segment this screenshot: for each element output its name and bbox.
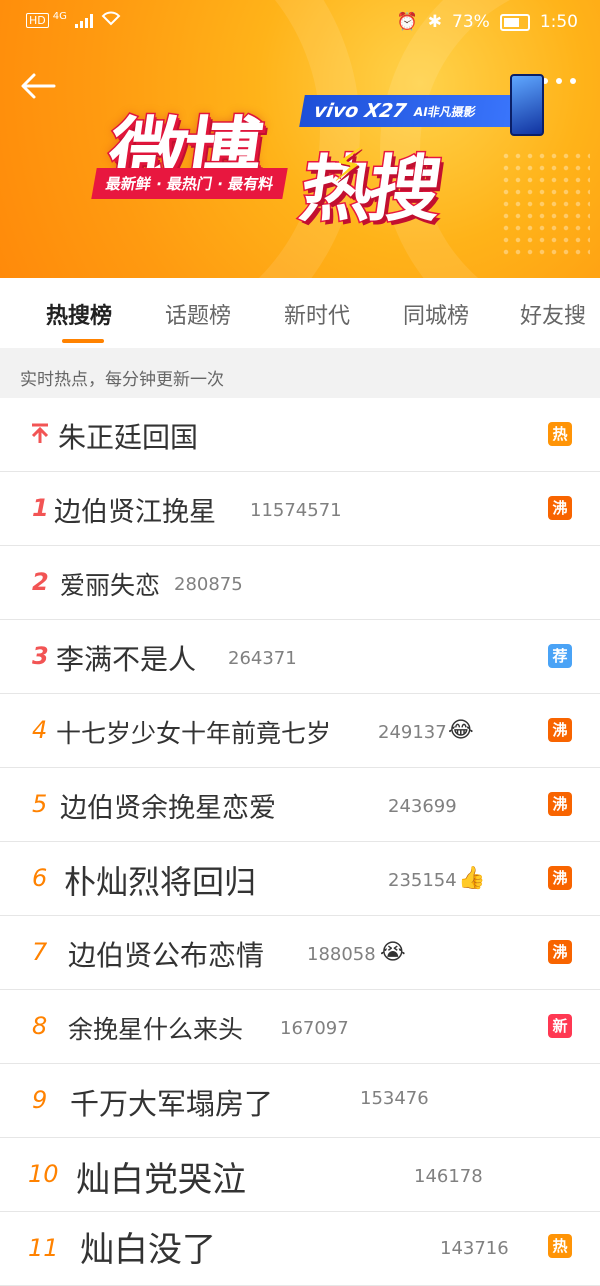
list-item[interactable]: 6 朴灿烈将回归 235154 👍 沸 bbox=[0, 842, 600, 916]
list-item-rank: 7 bbox=[32, 938, 48, 966]
hot-badge: 热 bbox=[548, 1234, 572, 1258]
list-item-title: 李满不是人 bbox=[56, 643, 197, 676]
hot-badge: 热 bbox=[548, 422, 572, 446]
bluetooth-icon: ✱ bbox=[427, 12, 443, 32]
list-item[interactable]: 7 边伯贤公布恋情 188058 😭 沸 bbox=[0, 916, 600, 990]
boiling-badge: 沸 bbox=[548, 866, 572, 890]
list-item-count: 280875 bbox=[174, 574, 243, 595]
list-item-rank: 10 bbox=[28, 1160, 59, 1188]
list-item-rank: 11 bbox=[28, 1234, 59, 1262]
list-item-count: 167097 bbox=[280, 1018, 349, 1039]
tab-local[interactable]: 同城榜 bbox=[403, 298, 469, 330]
list-item-rank: 3 bbox=[32, 642, 49, 670]
list-item-title: 边伯贤余挽星恋爱 bbox=[60, 793, 276, 824]
active-tab-indicator bbox=[62, 339, 104, 343]
list-item-count: 235154 bbox=[388, 870, 457, 891]
list-item-count: 188058 bbox=[307, 944, 376, 965]
list-item-count: 146178 bbox=[414, 1166, 483, 1187]
list-item-title: 边伯贤公布恋情 bbox=[68, 939, 265, 972]
list-item[interactable]: 5 边伯贤余挽星恋爱 243699 沸 bbox=[0, 768, 600, 842]
battery-percent: 73% bbox=[452, 12, 490, 32]
more-options-button[interactable] bbox=[542, 78, 576, 84]
list-item-rank: 5 bbox=[32, 790, 48, 818]
pin-top-icon bbox=[31, 423, 49, 443]
list-item[interactable]: 10 灿白党哭泣 146178 bbox=[0, 1138, 600, 1212]
sponsor-subtitle: AI非凡摄影 bbox=[412, 104, 477, 119]
list-item-title: 朱正廷回国 bbox=[58, 421, 199, 454]
list-item-rank: 6 bbox=[32, 864, 48, 892]
status-bar: HD 4G ⏰ ✱ 73% 1:50 bbox=[0, 0, 600, 44]
wifi-icon bbox=[101, 10, 121, 31]
lightning-icon: ⚡ bbox=[332, 138, 365, 192]
alarm-icon: ⏰ bbox=[396, 12, 418, 32]
boiling-badge: 沸 bbox=[548, 496, 572, 520]
signal-icon bbox=[74, 13, 93, 28]
list-item-rank: 2 bbox=[32, 568, 49, 596]
list-item-rank: 4 bbox=[32, 716, 48, 744]
hot-search-list: 朱正廷回国 热 1 边伯贤江挽星 11574571 沸 2 爱丽失恋 28087… bbox=[0, 398, 600, 1286]
list-item-title: 灿白党哭泣 bbox=[76, 1160, 246, 1200]
banner-dot-pattern bbox=[500, 150, 590, 260]
battery-icon bbox=[499, 13, 530, 31]
update-info-text: 实时热点，每分钟更新一次 bbox=[20, 370, 224, 390]
list-item-title: 余挽星什么来头 bbox=[68, 1015, 244, 1044]
boiling-badge: 沸 bbox=[548, 792, 572, 816]
tab-topics[interactable]: 话题榜 bbox=[165, 298, 231, 330]
sponsor-brand: vivo X27 bbox=[312, 100, 408, 122]
list-item[interactable]: 3 李满不是人 264371 荐 bbox=[0, 620, 600, 694]
network-type: 4G bbox=[52, 11, 67, 22]
back-button[interactable] bbox=[18, 66, 58, 106]
boiling-badge: 沸 bbox=[548, 940, 572, 964]
update-info-bar: 实时热点，每分钟更新一次 bbox=[0, 348, 600, 398]
tab-bar: 热搜榜 话题榜 新时代 同城榜 好友搜 bbox=[0, 278, 600, 348]
list-item-title: 爱丽失恋 bbox=[60, 571, 161, 600]
list-item-count: 153476 bbox=[360, 1088, 429, 1109]
list-item[interactable]: 朱正廷回国 热 bbox=[0, 398, 600, 472]
banner-tagline: 最新鲜 · 最热门 · 最有料 bbox=[91, 168, 289, 199]
list-item-rank: 1 bbox=[32, 494, 49, 522]
laughing-emoji-icon: 😂 bbox=[448, 718, 474, 743]
list-item[interactable]: 2 爱丽失恋 280875 bbox=[0, 546, 600, 620]
recommend-badge: 荐 bbox=[548, 644, 572, 668]
list-item-count: 143716 bbox=[440, 1238, 509, 1259]
back-arrow-icon bbox=[21, 73, 56, 99]
new-badge: 新 bbox=[548, 1014, 572, 1038]
list-item-rank: 9 bbox=[32, 1086, 48, 1114]
tab-friends[interactable]: 好友搜 bbox=[520, 298, 586, 330]
list-item[interactable]: 4 十七岁少女十年前竟七岁 249137 😂 沸 bbox=[0, 694, 600, 768]
list-item[interactable]: 11 灿白没了 143716 热 bbox=[0, 1212, 600, 1286]
header-banner: HD 4G ⏰ ✱ 73% 1:50 微博 热搜 ⚡ 最新鲜 · 最热门 · 最… bbox=[0, 0, 600, 278]
list-item-count: 264371 bbox=[228, 648, 297, 669]
crying-emoji-icon: 😭 bbox=[380, 940, 406, 965]
list-item-title: 千万大军塌房了 bbox=[70, 1087, 274, 1121]
phone-image bbox=[510, 74, 544, 136]
list-item-count: 243699 bbox=[388, 796, 457, 817]
list-item[interactable]: 9 千万大军塌房了 153476 bbox=[0, 1064, 600, 1138]
sponsor-ad[interactable]: vivo X27 AI非凡摄影 bbox=[299, 95, 535, 127]
list-item-count: 11574571 bbox=[250, 500, 342, 521]
list-item-count: 249137 bbox=[378, 722, 447, 743]
list-item-title: 十七岁少女十年前竟七岁 bbox=[56, 719, 332, 748]
hot-search-logo-text: 热搜 bbox=[294, 146, 445, 233]
list-item[interactable]: 1 边伯贤江挽星 11574571 沸 bbox=[0, 472, 600, 546]
clock: 1:50 bbox=[539, 12, 578, 32]
list-item-title: 边伯贤江挽星 bbox=[54, 497, 216, 528]
hd-indicator: HD bbox=[26, 13, 49, 28]
boiling-badge: 沸 bbox=[548, 718, 572, 742]
thumbs-up-emoji-icon: 👍 bbox=[458, 866, 486, 891]
list-item-title: 朴灿烈将回归 bbox=[64, 863, 257, 901]
list-item-rank: 8 bbox=[32, 1012, 48, 1040]
tab-new-era[interactable]: 新时代 bbox=[284, 298, 350, 330]
list-item[interactable]: 8 余挽星什么来头 167097 新 bbox=[0, 990, 600, 1064]
tab-hot-search[interactable]: 热搜榜 bbox=[46, 298, 112, 330]
